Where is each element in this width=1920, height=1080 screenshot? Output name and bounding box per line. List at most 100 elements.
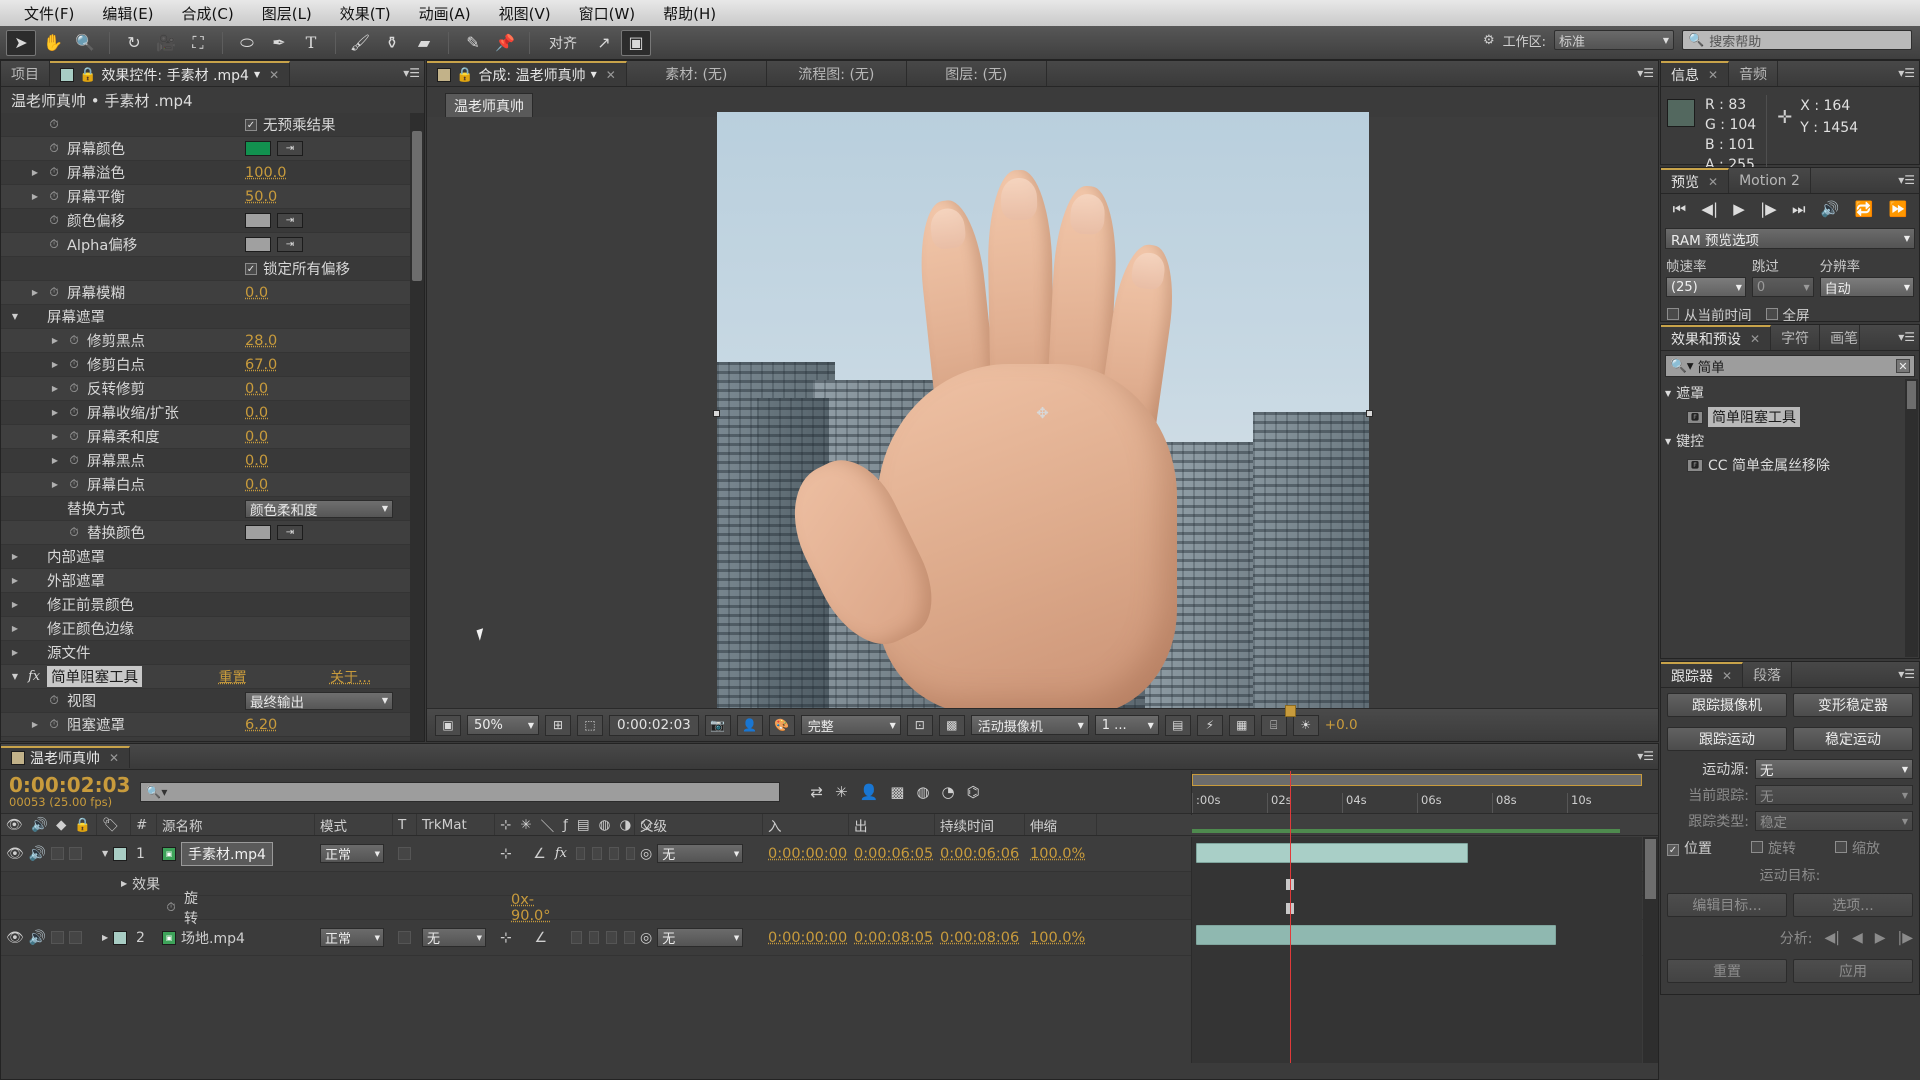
stopwatch-icon[interactable]: ⏱ — [46, 693, 62, 708]
effect-control-row[interactable]: ▶ ⏱ 反转修剪 0.0 — [1, 377, 410, 401]
layer-1-timebar[interactable] — [1196, 843, 1468, 863]
chevron-right-icon[interactable]: ▶ — [49, 336, 61, 345]
layer-motionblur-box[interactable] — [592, 847, 602, 860]
previous-frame-icon[interactable]: ◀| — [1701, 200, 1718, 218]
menu-item-view[interactable]: 视图(V) — [485, 3, 565, 24]
timeline-scroll-thumb[interactable] — [1645, 839, 1656, 899]
pickwhip-icon[interactable]: ◎ — [640, 930, 652, 946]
playhead-handle[interactable] — [1285, 705, 1296, 717]
chevron-right-icon[interactable]: ▶ — [49, 384, 61, 393]
tab-audio[interactable]: 音频 — [1729, 61, 1779, 86]
chevron-right-icon[interactable]: ▶ — [49, 408, 61, 417]
effect-controls-tabbar[interactable]: 项目 🔒 效果控件: 手素材 .mp4 ▼ ✕ ▾☰ — [1, 61, 424, 87]
effects-presets-tree[interactable]: ▼ 遮罩 🅵 简单阻塞工具 ▼ 键控 🅵 CC 简单金属丝移除 — [1661, 381, 1919, 477]
chevron-right-icon[interactable]: ▶ — [29, 192, 41, 201]
comp-tab-close-icon[interactable]: ✕ — [606, 68, 616, 82]
warp-stabilizer-button[interactable]: 变形稳定器 — [1793, 693, 1913, 717]
track-motion-button[interactable]: 跟踪运动 — [1667, 727, 1787, 751]
tab-preview[interactable]: 预览 ✕ — [1661, 168, 1730, 193]
menu-item-help[interactable]: 帮助(H) — [649, 3, 730, 24]
tracker-tab-close-icon[interactable]: ✕ — [1722, 669, 1732, 683]
out-header[interactable]: 出 — [849, 814, 935, 835]
property-value[interactable]: 0x-90.0° — [511, 892, 551, 924]
source-name-header[interactable]: 源名称 — [157, 814, 315, 835]
tab-effect-controls[interactable]: 🔒 效果控件: 手素材 .mp4 ▼ ✕ — [50, 61, 291, 86]
layer-preserve-transparency-box[interactable] — [398, 847, 411, 860]
tab-character[interactable]: 字符 — [1771, 325, 1821, 350]
chevron-right-icon[interactable]: ▶ — [9, 552, 21, 561]
effect-control-value[interactable]: 0.0 — [245, 405, 268, 421]
effect-control-row[interactable]: ▶ 外部遮罩 — [1, 569, 410, 593]
pickwhip-icon[interactable]: ◎ — [640, 846, 652, 862]
effect-control-value[interactable]: 0.0 — [245, 453, 268, 469]
lock-layer-icon[interactable]: 🔒 — [74, 817, 91, 833]
layer-parent-select[interactable]: 无 — [657, 844, 744, 863]
layer-solo-box[interactable] — [51, 931, 65, 944]
menu-item-file[interactable]: 文件(F) — [10, 3, 88, 24]
loop-icon[interactable]: 🔁 — [1855, 200, 1874, 218]
layer-in-cell-value[interactable]: 0:00:00:00 — [768, 930, 847, 946]
effect-control-row[interactable]: ▶ ⏱ 屏幕模糊 0.0 — [1, 281, 410, 305]
layer-t-cell[interactable] — [393, 931, 417, 944]
layer-3d-box[interactable] — [624, 931, 635, 944]
effect-control-row[interactable]: ▶ ⏱ 屏幕黑点 0.0 — [1, 449, 410, 473]
effect-controls-scrollbar[interactable] — [410, 113, 424, 741]
layer-switch-cell[interactable]: 👁 🔊 — [1, 930, 97, 946]
search-help-input[interactable]: 🔍 搜索帮助 — [1682, 30, 1912, 50]
layer-motionblur-box[interactable] — [588, 931, 600, 944]
show-snapshot-icon[interactable]: 👤 — [736, 714, 763, 736]
stopwatch-icon[interactable]: ⏱ — [66, 381, 82, 396]
layer-in-cell[interactable]: 0:00:00:00 — [763, 930, 849, 946]
timeline-tab-close-icon[interactable]: ✕ — [109, 751, 119, 765]
info-panel-menu-icon[interactable]: ▾☰ — [1898, 66, 1915, 80]
tab-project[interactable]: 项目 — [1, 61, 50, 86]
chevron-right-icon[interactable]: ▶ — [9, 576, 21, 585]
menu-item-animation[interactable]: 动画(A) — [405, 3, 485, 24]
layer-number-header[interactable]: # — [131, 814, 157, 835]
effect-reset-link[interactable]: 重置 — [219, 667, 247, 687]
layer-in-cell[interactable]: 0:00:00:00 — [763, 846, 849, 862]
color-swatch[interactable] — [245, 213, 271, 228]
audio-speaker-icon[interactable]: 🔊 — [31, 817, 48, 833]
stopwatch-icon[interactable]: ⏱ — [66, 429, 82, 444]
menu-item-effect[interactable]: 效果(T) — [326, 3, 405, 24]
effects-preset-group[interactable]: ▼ 键控 — [1661, 429, 1919, 453]
chevron-right-icon[interactable]: ▶ — [9, 648, 21, 657]
stopwatch-icon[interactable]: ⏱ — [66, 477, 82, 492]
effect-control-row[interactable]: ⏱ 颜色偏移 ⇥ — [1, 209, 410, 233]
effect-control-dropdown[interactable]: 颜色柔和度 — [245, 499, 393, 519]
layer-source-name[interactable]: 手素材.mp4 — [181, 841, 273, 866]
ram-preview-icon[interactable]: ⏩ — [1889, 200, 1908, 218]
lock-icon[interactable]: 🔒 — [79, 67, 96, 83]
effects-presets-tabbar[interactable]: 效果和预设 ✕ 字符 画笔 ▾☰ — [1661, 325, 1919, 351]
preview-tab-close-icon[interactable]: ✕ — [1708, 175, 1718, 189]
eraser-tool-icon[interactable]: ▰ — [409, 30, 439, 56]
effect-control-value[interactable]: 67.0 — [245, 357, 277, 373]
brush-tool-icon[interactable]: 🖌 — [345, 30, 375, 56]
effects-presets-tab-close-icon[interactable]: ✕ — [1750, 332, 1760, 346]
snapshot-icon[interactable]: 📷 — [704, 714, 731, 736]
tab-timeline-comp[interactable]: 温老师真帅 ✕ — [1, 745, 131, 768]
tracker-button-row-2[interactable]: 跟踪运动 稳定运动 — [1661, 722, 1919, 756]
layer-parent-cell[interactable]: ◎ 无 — [635, 928, 763, 947]
layer-trkmat-cell[interactable]: 无 — [417, 928, 495, 947]
shape-tool-icon[interactable]: ⬭ — [232, 30, 262, 56]
from-current-time-checkbox[interactable]: 从当前时间 — [1667, 304, 1752, 324]
effect-control-value[interactable]: 0.0 — [245, 477, 268, 493]
stopwatch-icon[interactable]: ⏱ — [46, 213, 62, 228]
chevron-right-icon[interactable]: ▶ — [9, 600, 21, 609]
eyedropper-icon[interactable]: ⇥ — [277, 213, 303, 228]
effect-control-value[interactable]: 28.0 — [245, 333, 277, 349]
effect-control-row[interactable]: ▶ ⏱ 修剪黑点 28.0 — [1, 329, 410, 353]
info-tabbar[interactable]: 信息 ✕ 音频 ▾☰ — [1661, 61, 1919, 87]
layer-duration-cell[interactable]: 0:00:06:06 — [935, 846, 1025, 862]
effect-control-row[interactable]: ▶ ⏱ 屏幕溢色 100.0 — [1, 161, 410, 185]
stopwatch-icon[interactable]: ⏱ — [163, 900, 179, 915]
effect-control-row[interactable]: ▶ 内部遮罩 — [1, 545, 410, 569]
effect-controls-list[interactable]: ⏱ ✓ 无预乘结果 ⏱ 屏幕颜色 ⇥ ▶ ⏱ 屏幕溢色 100.0 ▶ ⏱ 屏幕平衡 50.0 ⏱ 颜色偏移 ⇥… — [1, 113, 410, 741]
effects-search-clear-icon[interactable]: ✕ — [1896, 359, 1910, 373]
stopwatch-icon[interactable]: ⏱ — [66, 333, 82, 348]
stabilize-motion-button[interactable]: 稳定运动 — [1793, 727, 1913, 751]
work-area-bar[interactable] — [1192, 774, 1642, 786]
workspace-select[interactable]: 标准 — [1554, 30, 1674, 50]
